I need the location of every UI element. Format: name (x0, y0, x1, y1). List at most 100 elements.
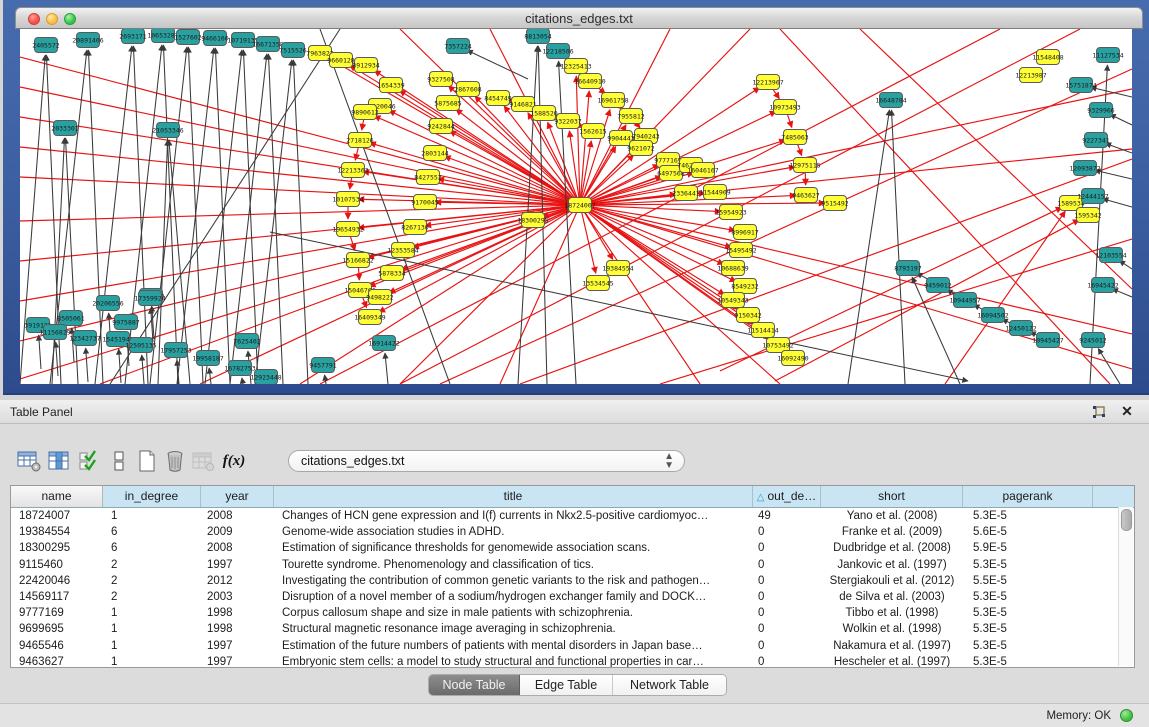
tab-node-table[interactable]: Node Table (429, 675, 520, 695)
graph-node[interactable]: 20206556 (92, 296, 123, 311)
column-header-out_de[interactable]: △out_de… (753, 486, 821, 507)
column-header-year[interactable]: year (201, 486, 274, 507)
graph-node[interactable]: 1527602 (174, 30, 201, 45)
window-titlebar[interactable]: citations_edges.txt (15, 7, 1143, 29)
column-header-pagerank[interactable]: pagerank (963, 486, 1093, 507)
graph-node[interactable]: 19654932 (332, 222, 363, 237)
graph-node[interactable]: 12444157 (1077, 189, 1108, 204)
graph-node[interactable]: 12923448 (250, 370, 281, 385)
graph-node[interactable]: 11548408 (1032, 50, 1063, 65)
graph-node[interactable]: 10945427 (1032, 333, 1063, 348)
graph-node[interactable]: 18300295 (517, 213, 548, 228)
graph-node[interactable]: 20891406 (72, 33, 103, 48)
graph-node[interactable]: 9227341 (1082, 133, 1109, 148)
scrollbar-thumb[interactable] (1121, 509, 1132, 531)
graph-node[interactable]: 12213967 (752, 75, 783, 90)
graph-node[interactable]: 17957253 (160, 343, 191, 358)
graph-node[interactable]: 9329966 (1087, 103, 1114, 118)
graph-node[interactable]: 15954923 (715, 205, 746, 220)
graph-node[interactable]: 16961758 (597, 93, 628, 108)
table-row[interactable]: 946554611997Estimation of the future num… (11, 638, 1134, 654)
graph-node[interactable]: 12218506 (542, 44, 573, 59)
graph-node[interactable]: 15495492 (725, 243, 756, 258)
graph-node[interactable]: 10944957 (949, 293, 980, 308)
create-column-icon[interactable] (132, 446, 162, 476)
graph-node[interactable]: 9150342 (734, 308, 761, 323)
graph-node[interactable]: 9463627 (792, 188, 819, 203)
table-row[interactable]: 2242004622012Investigating the contribut… (11, 573, 1134, 589)
graph-node[interactable]: 2336441 (672, 186, 699, 201)
graph-node[interactable]: 12975115 (789, 158, 820, 173)
delete-table-icon[interactable] (188, 446, 218, 476)
graph-node[interactable]: 2718126 (346, 133, 373, 148)
function-builder-icon[interactable]: f(x) (216, 446, 252, 476)
graph-node[interactable]: 9242844 (427, 119, 454, 134)
table-row[interactable]: 1830029562008Estimation of significance … (11, 540, 1134, 556)
table-row[interactable]: 969969511998Structural magnetic resonanc… (11, 621, 1134, 637)
graph-node[interactable]: 9621072 (627, 141, 654, 156)
graph-node[interactable]: 16648784 (875, 93, 906, 108)
graph-node[interactable]: 9459012 (924, 278, 951, 293)
graph-node[interactable]: 7625402 (233, 334, 260, 349)
graph-node[interactable]: 17359924 (134, 291, 165, 306)
graph-node[interactable]: 9466160 (201, 31, 228, 46)
graph-node[interactable]: 9322037 (554, 114, 581, 129)
graph-node[interactable]: 8813054 (524, 29, 551, 44)
table-row[interactable]: 911546021997Tourette syndrome. Phenomeno… (11, 557, 1134, 573)
graph-node[interactable]: 8505061 (57, 311, 84, 326)
graph-node[interactable]: 12103554 (1095, 248, 1126, 263)
graph-node[interactable]: 5878334 (378, 266, 405, 281)
graph-node[interactable]: 2803144 (421, 146, 448, 161)
graph-node[interactable]: 1654339 (377, 78, 404, 93)
table-row[interactable]: 946362711997Embryonic stem cells: a mode… (11, 654, 1134, 668)
graph-node[interactable]: 9245012 (1079, 333, 1106, 348)
show-column-icon[interactable] (44, 446, 74, 476)
close-panel-icon[interactable]: ✕ (1119, 403, 1135, 419)
table-row[interactable]: 1456911722003Disruption of a novel membe… (11, 589, 1134, 605)
graph-node[interactable]: 1595342 (1074, 208, 1101, 223)
graph-node[interactable]: 7485063 (781, 130, 808, 145)
graph-node[interactable]: 16945422 (1087, 278, 1118, 293)
column-header-in_degree[interactable]: in_degree (103, 486, 201, 507)
memory-status-icon[interactable] (1120, 709, 1133, 722)
graph-node[interactable]: 8267130 (401, 220, 428, 235)
graph-node[interactable]: 9890612 (351, 105, 378, 120)
float-panel-icon[interactable] (1091, 404, 1107, 420)
column-header-short[interactable]: short (821, 486, 963, 507)
column-header-title[interactable]: title (274, 486, 753, 507)
delete-column-icon[interactable] (160, 446, 190, 476)
graph-node[interactable]: 10549343 (717, 293, 748, 308)
citation-network-graph[interactable]: 1872400718300295193845541353454597771696… (20, 29, 1132, 384)
tab-network-table[interactable]: Network Table (613, 675, 726, 695)
graph-node[interactable]: 9170045 (411, 195, 438, 210)
graph-node[interactable]: 2033301 (51, 121, 78, 136)
graph-node[interactable]: 12342737 (69, 331, 100, 346)
graph-node[interactable]: 8912934 (352, 58, 379, 73)
graph-node[interactable]: 9457791 (309, 358, 336, 373)
graph-node[interactable]: 9660128 (327, 53, 354, 68)
table-row[interactable]: 977716911998Corpus callosum shape and si… (11, 605, 1134, 621)
graph-node[interactable]: 12213363 (337, 163, 368, 178)
graph-node[interactable]: 11544909 (699, 185, 730, 200)
graph-node[interactable]: 12353584 (387, 243, 418, 258)
graph-node[interactable]: 8793197 (894, 261, 921, 276)
graph-node[interactable]: 12093872 (1069, 161, 1100, 176)
graph-node[interactable]: 8996917 (731, 225, 758, 240)
graph-node[interactable]: 19958187 (192, 351, 223, 366)
graph-node[interactable]: 10688639 (717, 261, 748, 276)
table-selector-dropdown[interactable]: citations_edges.txt ▲▼ (288, 450, 685, 472)
vertical-scrollbar[interactable] (1118, 507, 1133, 666)
graph-node[interactable]: 11514414 (747, 323, 778, 338)
graph-node[interactable]: 10973493 (769, 100, 800, 115)
graph-node[interactable]: 7357224 (444, 39, 471, 54)
graph-node[interactable]: 18724007 (564, 198, 595, 213)
graph-node[interactable]: 16409349 (354, 310, 385, 325)
graph-node[interactable]: 16094502 (977, 308, 1008, 323)
graph-node[interactable]: 9515492 (821, 196, 848, 211)
graph-node[interactable]: 11127534 (1092, 48, 1123, 63)
graph-node[interactable]: 16092490 (777, 351, 808, 366)
graph-node[interactable]: 15166822 (342, 253, 373, 268)
graph-node[interactable]: 2693171 (119, 29, 146, 44)
graph-node[interactable]: 12450122 (1005, 321, 1036, 336)
table-row[interactable]: 1938455462009Genome-wide association stu… (11, 524, 1134, 540)
